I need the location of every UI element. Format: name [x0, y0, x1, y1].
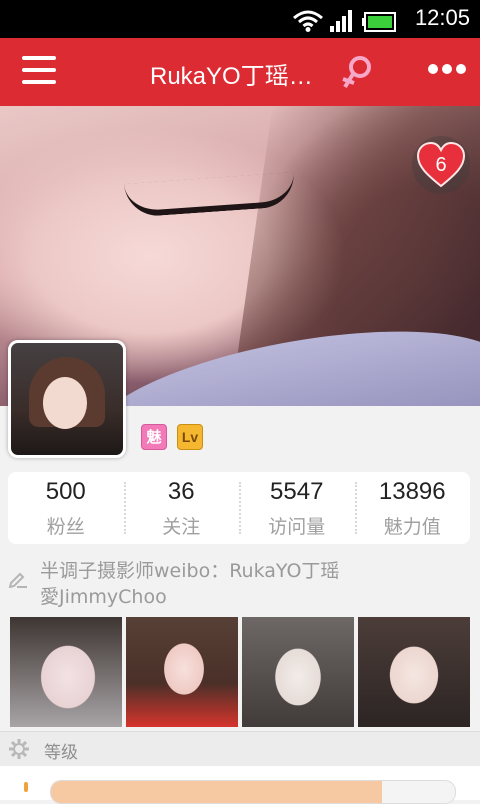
photo-thumbnail[interactable]	[10, 617, 122, 727]
bio-line-1: 半调子摄影师weibo：RukaYO丁瑶	[40, 560, 340, 582]
photo-thumbnail[interactable]	[358, 617, 470, 727]
status-bar: 12:05	[0, 0, 480, 38]
stat-visits[interactable]: 5547 访问量	[239, 472, 355, 544]
avatar[interactable]	[8, 340, 126, 458]
bio-line-2: 愛JimmyChoo	[40, 586, 167, 608]
stat-value: 5547	[270, 478, 324, 505]
wifi-icon	[293, 10, 323, 32]
stat-label: 魅力值	[383, 516, 441, 538]
photo-strip	[10, 617, 474, 727]
gear-icon	[9, 739, 29, 759]
level-section-header: 等级	[0, 731, 480, 766]
hamburger-icon[interactable]	[22, 56, 56, 88]
level-progress-bar	[50, 780, 456, 804]
stat-label: 粉丝	[46, 516, 85, 538]
user-badges: 魅 Lv	[141, 424, 203, 450]
edit-pencil-icon[interactable]	[8, 570, 28, 588]
stat-label: 访问量	[268, 516, 326, 538]
level-badge: Lv	[177, 424, 203, 450]
photo-thumbnail[interactable]	[126, 617, 238, 727]
stat-value: 36	[167, 478, 195, 505]
bio-text: 半调子摄影师weibo：RukaYO丁瑶 愛JimmyChoo	[40, 558, 470, 610]
level-dot-icon	[24, 782, 28, 792]
female-icon	[342, 56, 371, 89]
signal-icon	[330, 10, 352, 32]
stat-label: 关注	[162, 516, 201, 538]
heart-badge[interactable]: 6	[412, 136, 470, 194]
stat-charm[interactable]: 13896 魅力值	[354, 472, 471, 544]
status-icons	[292, 8, 396, 32]
level-progress-row	[0, 766, 480, 804]
heart-count: 6	[435, 154, 447, 176]
clock: 12:05	[414, 5, 470, 30]
photo-thumbnail[interactable]	[242, 617, 354, 727]
stats-card: 500 粉丝 36 关注 5547 访问量 13896 魅力值	[8, 472, 470, 544]
app-bar: RukaYO丁瑶…	[0, 38, 480, 106]
battery-icon	[362, 12, 396, 32]
more-dots-icon[interactable]	[428, 64, 466, 78]
stat-fans[interactable]: 500 粉丝	[8, 472, 124, 544]
stat-following[interactable]: 36 关注	[123, 472, 240, 544]
stat-value: 500	[45, 478, 86, 505]
section-label: 等级	[44, 743, 78, 763]
page-title: RukaYO丁瑶…	[150, 63, 313, 90]
charm-badge: 魅	[141, 424, 167, 450]
stat-value: 13896	[378, 478, 446, 505]
